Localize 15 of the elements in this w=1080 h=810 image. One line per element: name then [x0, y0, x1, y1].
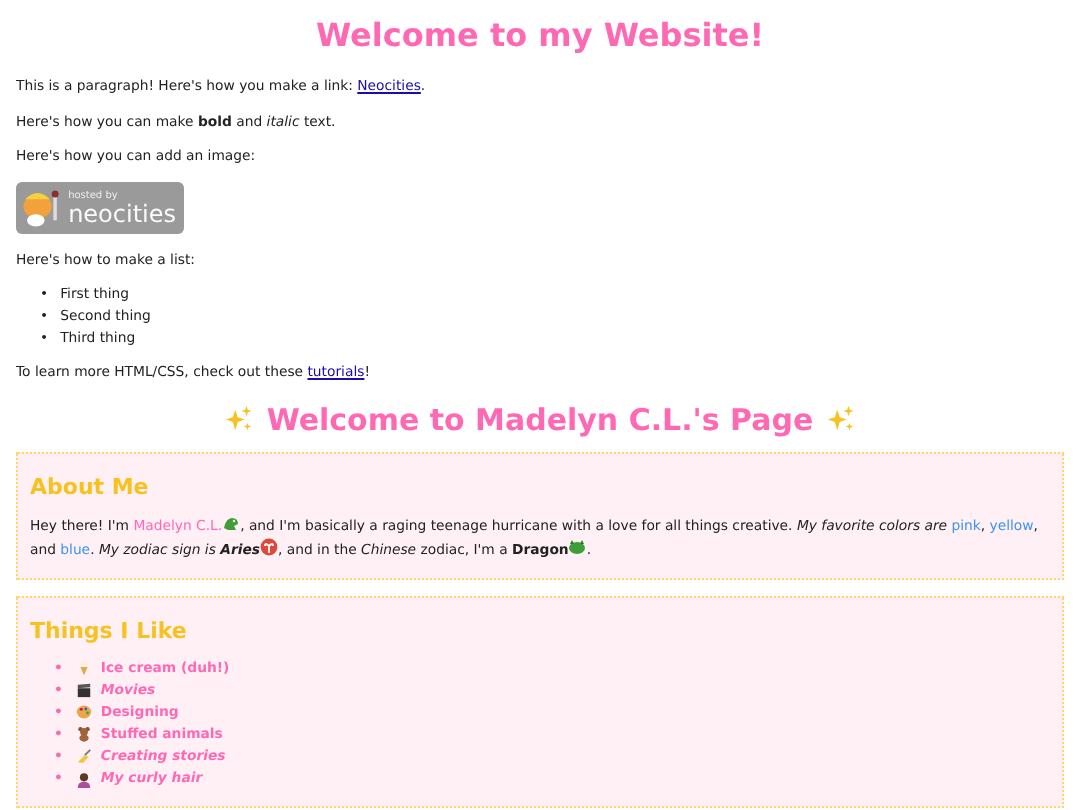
panel-heading: Things I Like: [30, 617, 189, 644]
dragon-face-icon: [568, 537, 587, 556]
teddy-bear-icon: [76, 726, 93, 743]
aries-icon: [260, 537, 278, 556]
person-icon: [76, 771, 93, 787]
palette-icon: [76, 704, 93, 721]
panel-heading: About Me: [30, 473, 151, 501]
badge-wordmark: neocities: [68, 201, 176, 226]
ice-cream-icon: [76, 660, 93, 677]
sparkles-icon: [825, 404, 856, 435]
page-title: Welcome to my Website!: [313, 16, 767, 55]
cat-mascot-icon: [20, 186, 63, 231]
clapper-icon: [76, 682, 93, 699]
sparkles-icon: [224, 404, 255, 435]
section-heading: Welcome to Madelyn C.L.'s Page: [266, 399, 814, 440]
